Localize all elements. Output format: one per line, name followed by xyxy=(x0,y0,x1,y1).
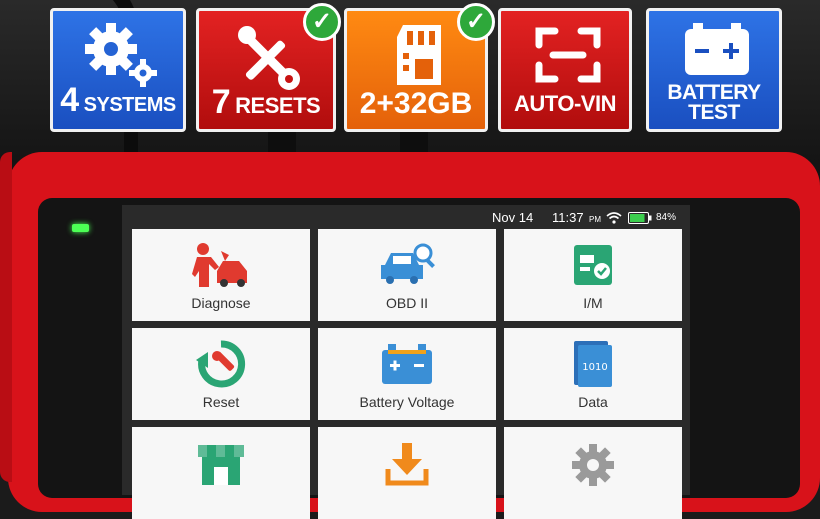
battery-status-icon xyxy=(628,212,652,224)
badge-label: SYSTEMS xyxy=(83,94,177,116)
status-bar: Nov 14 11:37 PM 84% xyxy=(122,205,690,229)
status-battery-percent: 84% xyxy=(656,212,677,223)
device-frame-edge xyxy=(0,152,12,482)
car-search-icon xyxy=(381,243,435,284)
tile-diagnose[interactable]: Diagnose xyxy=(132,229,310,321)
badge-memory: ✓ 2+32GB xyxy=(344,3,495,132)
tile-label: OBD II xyxy=(385,295,428,311)
tile-obd-ii[interactable]: OBD II xyxy=(318,229,496,321)
badge-label: TEST xyxy=(688,101,740,124)
badge-label: RESETS xyxy=(235,93,321,118)
badge-label: BATTERY xyxy=(667,81,761,104)
reset-wrench-icon xyxy=(196,340,246,388)
badge-number: 7 xyxy=(211,83,231,121)
tile-label: Diagnose xyxy=(191,295,251,311)
data-file-icon: 1010 xyxy=(574,341,612,387)
diagnose-icon xyxy=(192,243,247,287)
status-date: Nov 14 xyxy=(492,210,534,225)
gears-icon xyxy=(85,23,157,87)
svg-text:1010: 1010 xyxy=(582,362,607,373)
tile-store[interactable] xyxy=(132,427,310,519)
device-screen: Nov 14 11:37 PM 84% Diagnose OBD II I/M … xyxy=(122,205,690,519)
status-time: 11:37 xyxy=(552,210,584,225)
tools-icon xyxy=(238,26,300,90)
power-led xyxy=(72,224,89,232)
badge-7-resets: ✓ 7 RESETS xyxy=(196,3,341,132)
tile-data[interactable]: 1010 Data xyxy=(504,328,682,420)
wifi-icon xyxy=(606,212,622,224)
badge-number: 4 xyxy=(60,81,80,119)
battery-icon xyxy=(685,23,749,75)
tile-i-m[interactable]: I/M xyxy=(504,229,682,321)
tile-download[interactable] xyxy=(318,427,496,519)
tile-reset[interactable]: Reset xyxy=(132,328,310,420)
badge-auto-vin: AUTO-VIN xyxy=(498,8,632,132)
inspection-icon xyxy=(574,245,612,285)
tile-label: Battery Voltage xyxy=(359,394,455,410)
battery-icon xyxy=(382,344,432,384)
badge-battery-test: BATTERY TEST xyxy=(646,8,782,132)
status-ampm: PM xyxy=(589,215,601,224)
badge-4-systems: 4 SYSTEMS xyxy=(50,8,186,132)
checkmark-icon: ✓ xyxy=(457,3,495,41)
sd-card-icon xyxy=(397,25,441,85)
tile-label: I/M xyxy=(583,295,603,311)
tile-battery-voltage[interactable]: Battery Voltage xyxy=(318,328,496,420)
tile-label: Reset xyxy=(202,394,240,410)
tile-settings[interactable] xyxy=(504,427,682,519)
tile-label: Data xyxy=(578,394,608,410)
badge-label: AUTO-VIN xyxy=(514,91,616,116)
badge-number: 2+32GB xyxy=(359,87,473,120)
scan-icon xyxy=(535,27,601,83)
checkmark-icon: ✓ xyxy=(303,3,341,41)
